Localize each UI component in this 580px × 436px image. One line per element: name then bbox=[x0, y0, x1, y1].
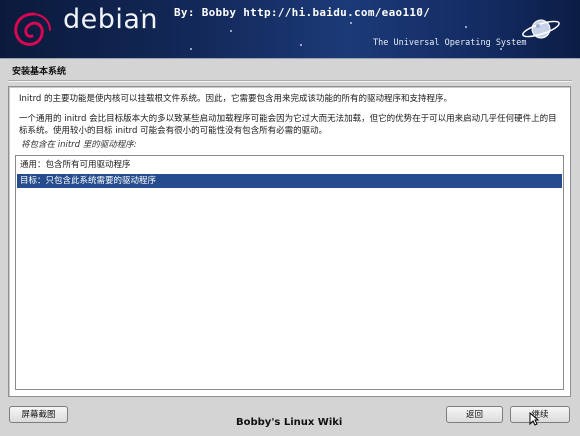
option-generic[interactable]: 通用：包含所有可用驱动程序 bbox=[17, 158, 562, 172]
star-decoration bbox=[465, 26, 467, 28]
author-watermark: By: Bobby http://hi.baidu.com/eao110/ bbox=[174, 6, 431, 19]
debian-tagline: The Universal Operating System bbox=[373, 38, 527, 48]
star-decoration bbox=[500, 48, 502, 50]
continue-button[interactable]: 继续 bbox=[510, 406, 570, 423]
mouse-cursor-icon bbox=[529, 412, 539, 426]
debian-logo-text: debian bbox=[63, 4, 159, 35]
option-targeted[interactable]: 目标：只包含此系统需要的驱动程序 bbox=[17, 174, 562, 188]
debian-swirl-icon bbox=[14, 12, 51, 46]
back-button[interactable]: 返回 bbox=[446, 406, 503, 423]
description-paragraph-1: Initrd 的主要功能是使内核可以挂载根文件系统。因此，它需要包含用来完成该功… bbox=[19, 94, 453, 104]
content-panel: Initrd 的主要功能是使内核可以挂载根文件系统。因此，它需要包含用来完成该功… bbox=[8, 86, 571, 397]
star-decoration bbox=[230, 30, 232, 32]
description-paragraph-2: 一个通用的 initrd 会比目标版本大的多以致某些启动加载程序可能会因为它过大… bbox=[19, 114, 557, 136]
title-divider bbox=[8, 80, 572, 82]
star-decoration bbox=[190, 48, 192, 50]
debian-banner: debian By: Bobby http://hi.baidu.com/eao… bbox=[0, 0, 580, 59]
question-prompt: 将包含在 initrd 里的驱动程序: bbox=[21, 140, 137, 150]
driver-options-list[interactable]: 通用：包含所有可用驱动程序 目标：只包含此系统需要的驱动程序 bbox=[15, 155, 564, 390]
step-title: 安装基本系统 bbox=[12, 67, 67, 77]
star-decoration bbox=[300, 44, 302, 46]
star-decoration bbox=[350, 22, 352, 24]
footer-credit: Bobby's Linux Wiki bbox=[236, 417, 343, 428]
screenshot-button[interactable]: 屏幕截图 bbox=[9, 406, 68, 423]
planet-icon bbox=[522, 19, 560, 39]
